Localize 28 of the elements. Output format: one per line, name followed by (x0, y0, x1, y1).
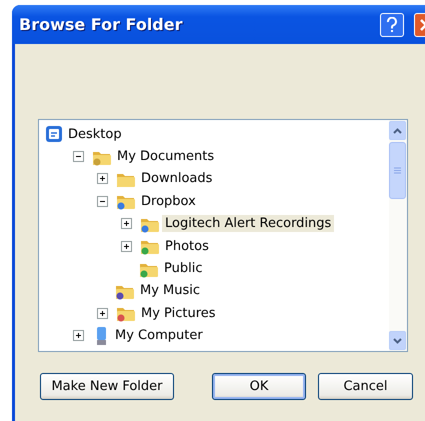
plus-icon[interactable] (97, 173, 108, 184)
tree-item[interactable]: Public (161, 260, 206, 278)
tree-item[interactable]: My Music (137, 282, 204, 300)
help-icon (386, 16, 398, 32)
window-title: Browse For Folder (19, 15, 184, 34)
tree-item[interactable]: Desktop (65, 126, 125, 143)
chevron-up-icon (393, 128, 402, 134)
minus-icon[interactable] (97, 196, 108, 207)
tree-item[interactable]: My Documents (114, 148, 218, 166)
chevron-down-icon (393, 338, 402, 344)
plus-icon[interactable] (97, 308, 108, 319)
tree-item[interactable]: My Computer (112, 327, 206, 344)
grip-icon (394, 167, 401, 174)
make-folder-button[interactable]: Make New Folder (40, 373, 174, 400)
help-button[interactable] (380, 12, 404, 36)
tree-item[interactable]: Dropbox (138, 192, 199, 210)
plus-icon[interactable] (121, 240, 132, 252)
cancel-button[interactable]: Cancel (318, 373, 413, 400)
tree-item[interactable]: My Pictures (138, 304, 219, 322)
scrollbar[interactable] (389, 120, 407, 351)
plus-icon[interactable] (73, 330, 84, 342)
minus-icon[interactable] (73, 151, 84, 162)
ok-button[interactable]: OK (212, 373, 306, 400)
plus-icon[interactable] (121, 218, 132, 230)
tree-item[interactable]: Photos (162, 238, 212, 255)
tree-item[interactable]: Logitech Alert Recordings (162, 215, 334, 232)
tree-item[interactable]: Downloads (138, 170, 216, 188)
desktop-icon (45, 125, 63, 144)
